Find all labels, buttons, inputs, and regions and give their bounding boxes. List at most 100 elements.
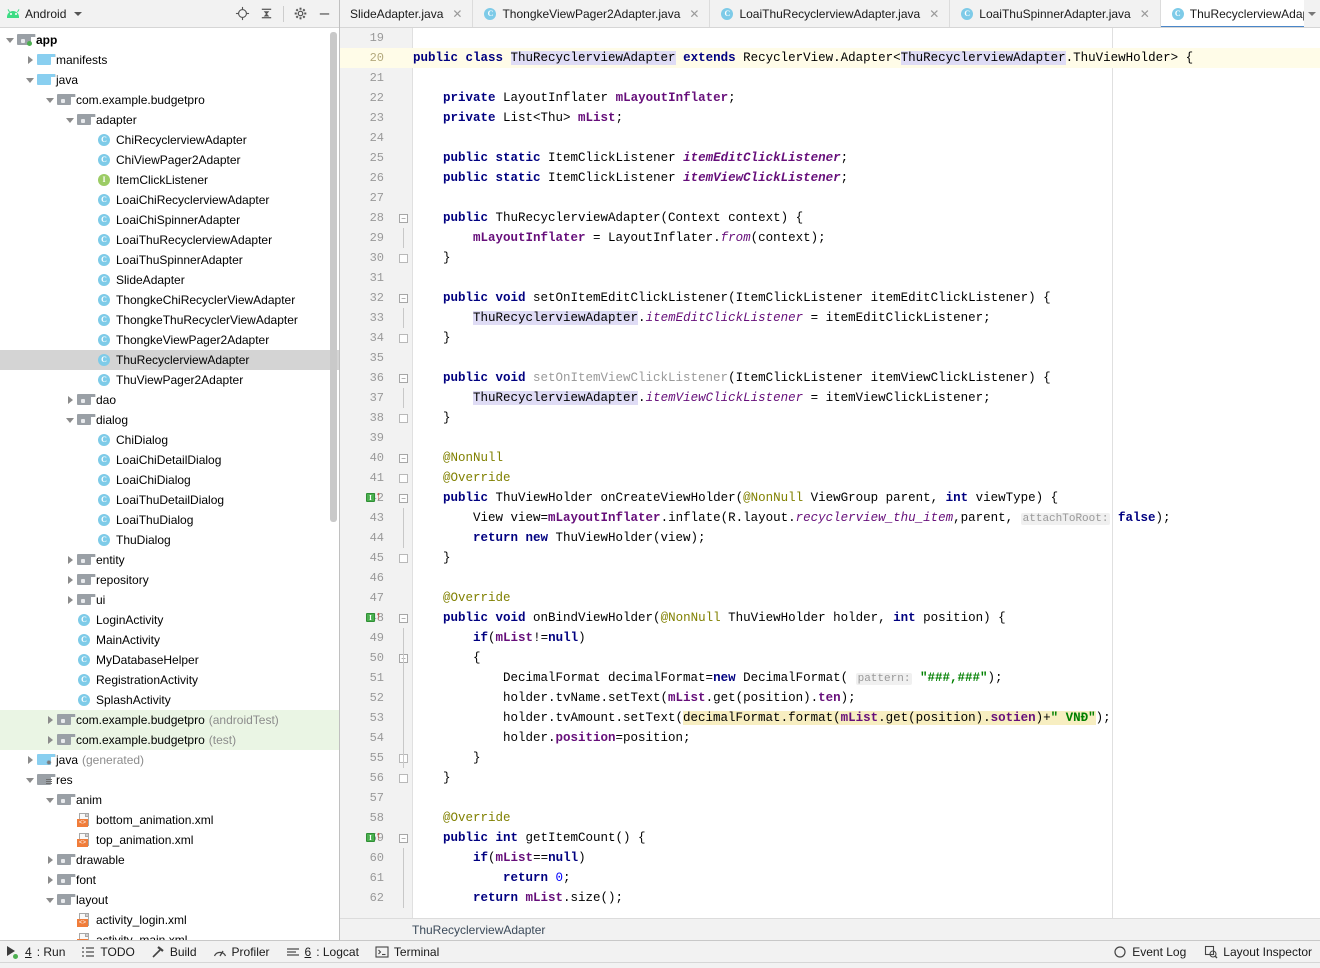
code-line-44[interactable]: 44 return new ThuViewHolder(view); bbox=[340, 528, 1320, 548]
code-line-45[interactable]: 45 } bbox=[340, 548, 1320, 568]
tree-expander[interactable] bbox=[84, 490, 96, 510]
tree-item-thongkechirecyclerviewadapter[interactable]: C ThongkeChiRecyclerViewAdapter bbox=[0, 290, 339, 310]
code-line-19[interactable]: 19 bbox=[340, 28, 1320, 48]
tool-window-button-eventlog[interactable]: Event Log bbox=[1113, 945, 1186, 959]
code-line-41[interactable]: 41 @Override bbox=[340, 468, 1320, 488]
tree-expander[interactable] bbox=[44, 870, 56, 890]
code-line-47[interactable]: 47 @Override bbox=[340, 588, 1320, 608]
code-line-22[interactable]: 22 private LayoutInflater mLayoutInflate… bbox=[340, 88, 1320, 108]
tree-item-loaithuspinneradapter[interactable]: C LoaiThuSpinnerAdapter bbox=[0, 250, 339, 270]
tree-expander[interactable] bbox=[64, 690, 76, 710]
code-line-57[interactable]: 57 bbox=[340, 788, 1320, 808]
tree-item-ui[interactable]: ui bbox=[0, 590, 339, 610]
tree-expander[interactable] bbox=[84, 510, 96, 530]
tree-expander[interactable] bbox=[84, 470, 96, 490]
code-line-58[interactable]: 58 @Override bbox=[340, 808, 1320, 828]
tree-item-res[interactable]: res bbox=[0, 770, 339, 790]
tree-expander[interactable] bbox=[24, 70, 36, 90]
code-line-43[interactable]: 43 View view=mLayoutInflater.inflate(R.l… bbox=[340, 508, 1320, 528]
code-line-53[interactable]: 53 holder.tvAmount.setText(decimalFormat… bbox=[340, 708, 1320, 728]
tree-item-dialog[interactable]: dialog bbox=[0, 410, 339, 430]
code-line-20[interactable]: 20 public class ThuRecyclerviewAdapter ex… bbox=[340, 48, 1320, 68]
tree-expander[interactable] bbox=[84, 150, 96, 170]
code-line-62[interactable]: 62 return mList.size(); bbox=[340, 888, 1320, 908]
editor-tab-slideadapter-java[interactable]: SlideAdapter.java ✕ bbox=[340, 0, 474, 27]
tree-expander[interactable] bbox=[44, 890, 56, 910]
code-line-24[interactable]: 24 bbox=[340, 128, 1320, 148]
code-line-59[interactable]: 59 I ↑ − public int getItemCount() { bbox=[340, 828, 1320, 848]
tree-item-mainactivity[interactable]: C MainActivity bbox=[0, 630, 339, 650]
tree-expander[interactable] bbox=[64, 110, 76, 130]
code-line-36[interactable]: 36 − public void setOnItemViewClickListen… bbox=[340, 368, 1320, 388]
code-line-61[interactable]: 61 return 0; bbox=[340, 868, 1320, 888]
code-line-33[interactable]: 33 ThuRecyclerviewAdapter.itemEditClickL… bbox=[340, 308, 1320, 328]
tree-expander[interactable] bbox=[44, 710, 56, 730]
tree-expander[interactable] bbox=[84, 170, 96, 190]
tree-expander[interactable] bbox=[84, 430, 96, 450]
tree-expander[interactable] bbox=[64, 610, 76, 630]
code-line-21[interactable]: 21 bbox=[340, 68, 1320, 88]
tree-item-loaithudetaildialog[interactable]: C LoaiThuDetailDialog bbox=[0, 490, 339, 510]
tool-window-button-build[interactable]: Build bbox=[151, 945, 197, 959]
tabs-overflow-button[interactable] bbox=[1304, 0, 1320, 27]
breadcrumb-class[interactable]: ThuRecyclerviewAdapter bbox=[412, 923, 545, 937]
editor-tab-thurecyclerviewadapter-java[interactable]: CThuRecyclerviewAdapter.java✕ bbox=[1160, 0, 1320, 27]
fold-end-icon[interactable] bbox=[399, 414, 408, 423]
tree-expander[interactable] bbox=[64, 570, 76, 590]
tree-expander[interactable] bbox=[44, 790, 56, 810]
tree-expander[interactable] bbox=[84, 310, 96, 330]
tree-item-loginactivity[interactable]: C LoginActivity bbox=[0, 610, 339, 630]
tree-expander[interactable] bbox=[84, 370, 96, 390]
tree-item-chirecyclerviewadapter[interactable]: C ChiRecyclerviewAdapter bbox=[0, 130, 339, 150]
code-line-30[interactable]: 30 } bbox=[340, 248, 1320, 268]
code-line-28[interactable]: 28 − public ThuRecyclerviewAdapter(Contex… bbox=[340, 208, 1320, 228]
tool-window-button-profiler[interactable]: Profiler bbox=[213, 945, 270, 959]
tree-item-loaithudialog[interactable]: C LoaiThuDialog bbox=[0, 510, 339, 530]
collapse-all-icon[interactable] bbox=[259, 6, 274, 21]
tool-window-button-layoutinspector[interactable]: Layout Inspector bbox=[1204, 945, 1312, 959]
close-icon[interactable]: ✕ bbox=[927, 7, 941, 21]
fold-collapse-icon[interactable]: − bbox=[399, 294, 408, 303]
project-tree-scrollbar[interactable] bbox=[330, 32, 337, 522]
code-line-32[interactable]: 32 − public void setOnItemEditClickListen… bbox=[340, 288, 1320, 308]
code-line-56[interactable]: 56 } bbox=[340, 768, 1320, 788]
tree-item-dao[interactable]: dao bbox=[0, 390, 339, 410]
editor-tab-loaithurecyclerviewadapter-java[interactable]: C LoaiThuRecyclerviewAdapter.java ✕ bbox=[710, 0, 951, 27]
fold-end-icon[interactable] bbox=[399, 254, 408, 263]
tree-expander[interactable] bbox=[64, 910, 76, 930]
code-line-46[interactable]: 46 bbox=[340, 568, 1320, 588]
tree-expander[interactable] bbox=[84, 250, 96, 270]
fold-end-icon[interactable] bbox=[399, 474, 408, 483]
tree-item-thongkeviewpager2adapter[interactable]: C ThongkeViewPager2Adapter bbox=[0, 330, 339, 350]
tree-item-thurecyclerviewadapter[interactable]: C ThuRecyclerviewAdapter bbox=[0, 350, 339, 370]
code-line-40[interactable]: 40 − @NonNull bbox=[340, 448, 1320, 468]
tree-item-activity-login-xml[interactable]: <> activity_login.xml bbox=[0, 910, 339, 930]
code-line-42[interactable]: 42 I ↑ − public ThuViewHolder onCreateViewH… bbox=[340, 488, 1320, 508]
tree-item-loaichirecyclerviewadapter[interactable]: C LoaiChiRecyclerviewAdapter bbox=[0, 190, 339, 210]
tree-item-adapter[interactable]: adapter bbox=[0, 110, 339, 130]
tree-item-drawable[interactable]: drawable bbox=[0, 850, 339, 870]
fold-collapse-icon[interactable]: − bbox=[399, 214, 408, 223]
tree-item-splashactivity[interactable]: C SplashActivity bbox=[0, 690, 339, 710]
tree-item-java[interactable]: java bbox=[0, 70, 339, 90]
override-gutter-icon[interactable]: I ↑ bbox=[366, 612, 382, 623]
code-line-51[interactable]: 51 DecimalFormat decimalFormat=new Decim… bbox=[340, 668, 1320, 688]
tree-item-com-example-budgetpro[interactable]: com.example.budgetpro (test) bbox=[0, 730, 339, 750]
tree-item-slideadapter[interactable]: C SlideAdapter bbox=[0, 270, 339, 290]
tool-window-button-run[interactable]: 4: Run bbox=[6, 945, 65, 959]
locate-icon[interactable] bbox=[235, 6, 250, 21]
tree-item-top-animation-xml[interactable]: <> top_animation.xml bbox=[0, 830, 339, 850]
tree-item-bottom-animation-xml[interactable]: <> bottom_animation.xml bbox=[0, 810, 339, 830]
tree-expander[interactable] bbox=[24, 50, 36, 70]
fold-end-icon[interactable] bbox=[399, 554, 408, 563]
tree-item-layout[interactable]: layout bbox=[0, 890, 339, 910]
tree-expander[interactable] bbox=[64, 810, 76, 830]
close-icon[interactable]: ✕ bbox=[1138, 7, 1152, 21]
tree-expander[interactable] bbox=[84, 450, 96, 470]
code-line-25[interactable]: 25 public static ItemClickListener itemE… bbox=[340, 148, 1320, 168]
tree-item-chidialog[interactable]: C ChiDialog bbox=[0, 430, 339, 450]
tree-item-repository[interactable]: repository bbox=[0, 570, 339, 590]
tree-item-app[interactable]: app bbox=[0, 30, 339, 50]
tree-expander[interactable] bbox=[64, 390, 76, 410]
tree-expander[interactable] bbox=[84, 210, 96, 230]
